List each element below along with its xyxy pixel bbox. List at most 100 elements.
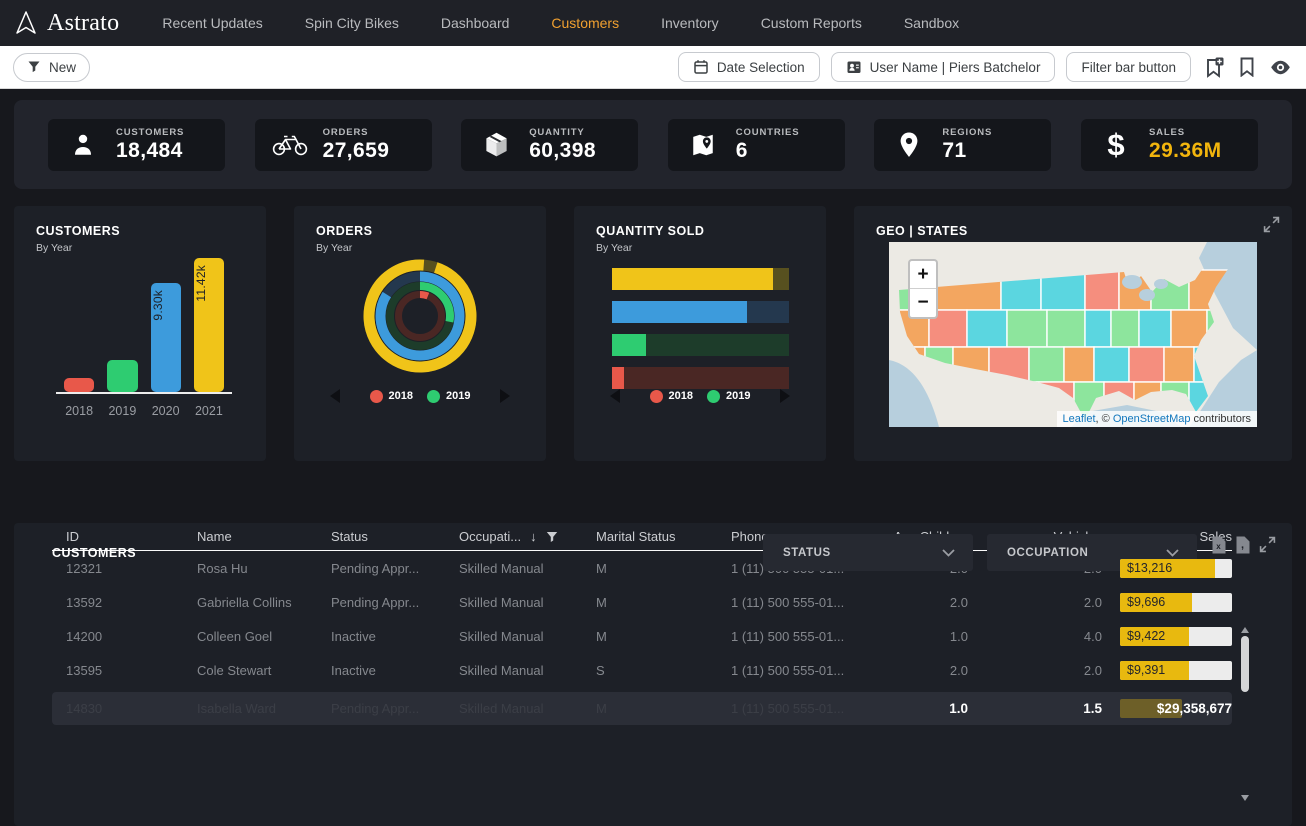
export-csv-icon[interactable]: , [1235,536,1250,559]
dollar-icon: $ [1098,129,1134,160]
kpi-customers: CUSTOMERS 18,484 [48,119,225,171]
table-row[interactable]: 13595 Cole Stewart Inactive Skilled Manu… [52,653,1232,687]
orders-donut-chart[interactable] [360,256,480,381]
kpi-countries: COUNTRIES 6 [668,119,845,171]
zoom-in-button[interactable]: + [910,261,936,289]
zoom-out-button[interactable]: − [910,289,936,317]
map-attribution: Leaflet, © OpenStreetMap contributors [1057,411,1258,427]
leaflet-us-map[interactable]: + − Leaflet, © OpenStreetMap contributor… [889,242,1257,427]
quantity-chart-card: QUANTITY SOLD By Year 2018 2019 [574,206,826,461]
nav-item-dashboard[interactable]: Dashboard [420,15,531,31]
nav-item-customers[interactable]: Customers [530,15,640,31]
filter-toolbar: New Date Selection User Name | Piers Bat… [0,46,1306,89]
location-pin-icon [891,131,927,159]
hbar-2020[interactable] [612,301,789,323]
user-name-button[interactable]: User Name | Piers Batchelor [831,52,1056,82]
bookmark-icon[interactable] [1237,55,1257,79]
nav-item-inventory[interactable]: Inventory [640,15,740,31]
export-excel-icon[interactable]: x [1211,536,1226,559]
svg-text:x: x [1216,542,1221,551]
openstreetmap-link[interactable]: OpenStreetMap [1113,413,1191,425]
total-vehicles: 1.5 [968,701,1102,716]
chart-title: CUSTOMERS [14,206,266,238]
bookmark-add-icon[interactable] [1202,55,1226,80]
sales-bar: $13,216 [1120,559,1232,578]
kpi-panel: CUSTOMERS 18,484 ORDERS 27,659 [14,100,1292,189]
legend-dot-2018 [370,390,383,403]
kpi-quantity: QUANTITY 60,398 [461,119,638,171]
table-title: CUSTOMERS [52,546,136,560]
map-icon [685,132,721,158]
status-filter-dropdown[interactable]: STATUS [763,534,973,571]
column-filter-icon[interactable] [546,531,558,543]
col-name[interactable]: Name [197,529,331,544]
nav-item-recent-updates[interactable]: Recent Updates [141,15,283,31]
leaflet-link[interactable]: Leaflet [1063,413,1096,425]
chart-title: GEO | STATES [854,206,1292,238]
geo-states-card: GEO | STATES [854,206,1292,461]
customers-table-card: CUSTOMERS STATUS OCCUPATION x , [14,523,1292,826]
bicycle-icon [272,133,308,156]
new-filter-button[interactable]: New [13,53,90,82]
package-icon [478,131,514,158]
kpi-value: 71 [942,139,992,163]
hbar-2021[interactable] [612,268,789,290]
kpi-value: 6 [736,139,800,163]
hbar-2018[interactable] [612,367,789,389]
quantity-legend: 2018 2019 [574,389,826,403]
table-totals-row: 14830 Isabella Ward Pending Appr... Skil… [52,692,1232,725]
expand-icon[interactable] [1263,216,1280,238]
chevron-down-icon [942,549,955,557]
sales-bar: $9,391 [1120,661,1232,680]
col-marital-status[interactable]: Marital Status [596,529,731,544]
scroll-up-icon[interactable] [1241,627,1249,633]
col-occupation[interactable]: Occupati... ↓ [459,529,596,544]
table-scrollbar [1240,627,1249,801]
customers-chart-card: CUSTOMERS By Year 9.30k 11.42k 2018 2019… [14,206,266,461]
legend-next-icon[interactable] [500,389,510,403]
legend-prev-icon[interactable] [610,389,620,403]
eye-icon[interactable] [1268,58,1293,77]
scroll-down-icon[interactable] [1241,795,1249,801]
nav-item-sandbox[interactable]: Sandbox [883,15,980,31]
top-nav: Astrato Recent Updates Spin City Bikes D… [0,0,1306,46]
scrollbar-thumb[interactable] [1241,636,1249,692]
orders-legend: 2018 2019 [294,389,546,403]
table-row[interactable]: 13592 Gabriella Collins Pending Appr... … [52,585,1232,619]
hbar-2019[interactable] [612,334,789,356]
quantity-bar-chart [612,268,789,400]
bar-2018[interactable] [64,378,94,392]
sales-bar: $9,696 [1120,593,1232,612]
total-avg-children: 1.0 [882,701,968,716]
nav-item-spin-city-bikes[interactable]: Spin City Bikes [284,15,420,31]
col-id[interactable]: ID [52,529,197,544]
sales-bar: $9,422 [1120,627,1232,646]
chart-title: ORDERS [294,206,546,238]
kpi-orders: ORDERS 27,659 [255,119,432,171]
us-states-choropleth [889,242,1257,427]
chart-subtitle: By Year [294,238,546,254]
filter-funnel-icon [27,60,41,74]
legend-prev-icon[interactable] [330,389,340,403]
bar-2019[interactable] [107,360,137,392]
astrato-logo-icon [14,10,38,36]
legend-dot-2018 [650,390,663,403]
filter-bar-button[interactable]: Filter bar button [1066,52,1191,82]
col-status[interactable]: Status [331,529,459,544]
kpi-sales: $ SALES 29.36M [1081,119,1258,171]
kpi-value: 18,484 [116,139,184,163]
date-selection-button[interactable]: Date Selection [678,52,820,82]
bar-2021[interactable]: 11.42k [194,258,224,392]
brand[interactable]: Astrato [14,10,119,37]
sort-desc-icon[interactable]: ↓ [530,529,537,544]
legend-next-icon[interactable] [780,389,790,403]
expand-icon[interactable] [1259,536,1276,559]
map-zoom-control: + − [908,259,938,319]
bar-2020[interactable]: 9.30k [151,283,181,392]
x-axis-labels: 2018 2019 2020 2021 [56,404,232,418]
customers-bar-chart: 9.30k 11.42k [56,258,232,394]
nav-item-custom-reports[interactable]: Custom Reports [740,15,883,31]
chart-subtitle: By Year [574,238,826,254]
table-row[interactable]: 14200 Colleen Goel Inactive Skilled Manu… [52,619,1232,653]
kpi-value: 60,398 [529,139,596,163]
